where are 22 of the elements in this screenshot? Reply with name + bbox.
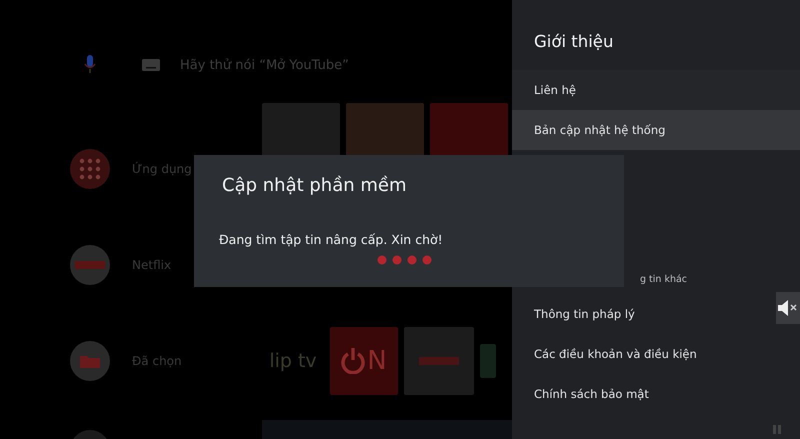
keyboard-icon[interactable] xyxy=(142,59,160,71)
dialog-title: Cập nhật phần mềm xyxy=(222,175,408,196)
panel-title: Giới thiệu xyxy=(533,31,614,53)
logo-letter: N xyxy=(367,346,387,376)
menu-item[interactable]: Liên hệ xyxy=(512,70,800,110)
menu-item[interactable]: Các điều khoản và điều kiện xyxy=(512,334,719,374)
row-label: Ứng dụng xyxy=(132,162,193,176)
app-tile[interactable] xyxy=(480,344,496,378)
search-field[interactable]: Hãy thử nói “Mở YouTube” xyxy=(180,58,440,72)
row-label: Netflix xyxy=(132,258,172,272)
mute-icon[interactable] xyxy=(776,292,800,324)
row-label: Đã chọn xyxy=(132,354,183,368)
pause-icon xyxy=(773,425,781,434)
dialog-message: Đang tìm tập tin nâng cấp. Xin chờ! xyxy=(219,232,444,247)
menu-item[interactable]: Bản cập nhật hệ thống xyxy=(512,110,800,150)
power-icon xyxy=(341,348,366,374)
microphone-icon[interactable] xyxy=(84,55,96,75)
app-tile[interactable] xyxy=(404,327,474,395)
folder-icon[interactable] xyxy=(70,341,110,381)
menu-item[interactable]: Chính sách bảo mật xyxy=(512,374,671,414)
menu-item[interactable]: Thông tin pháp lý xyxy=(512,294,657,334)
apps-grid-icon[interactable] xyxy=(70,149,110,189)
